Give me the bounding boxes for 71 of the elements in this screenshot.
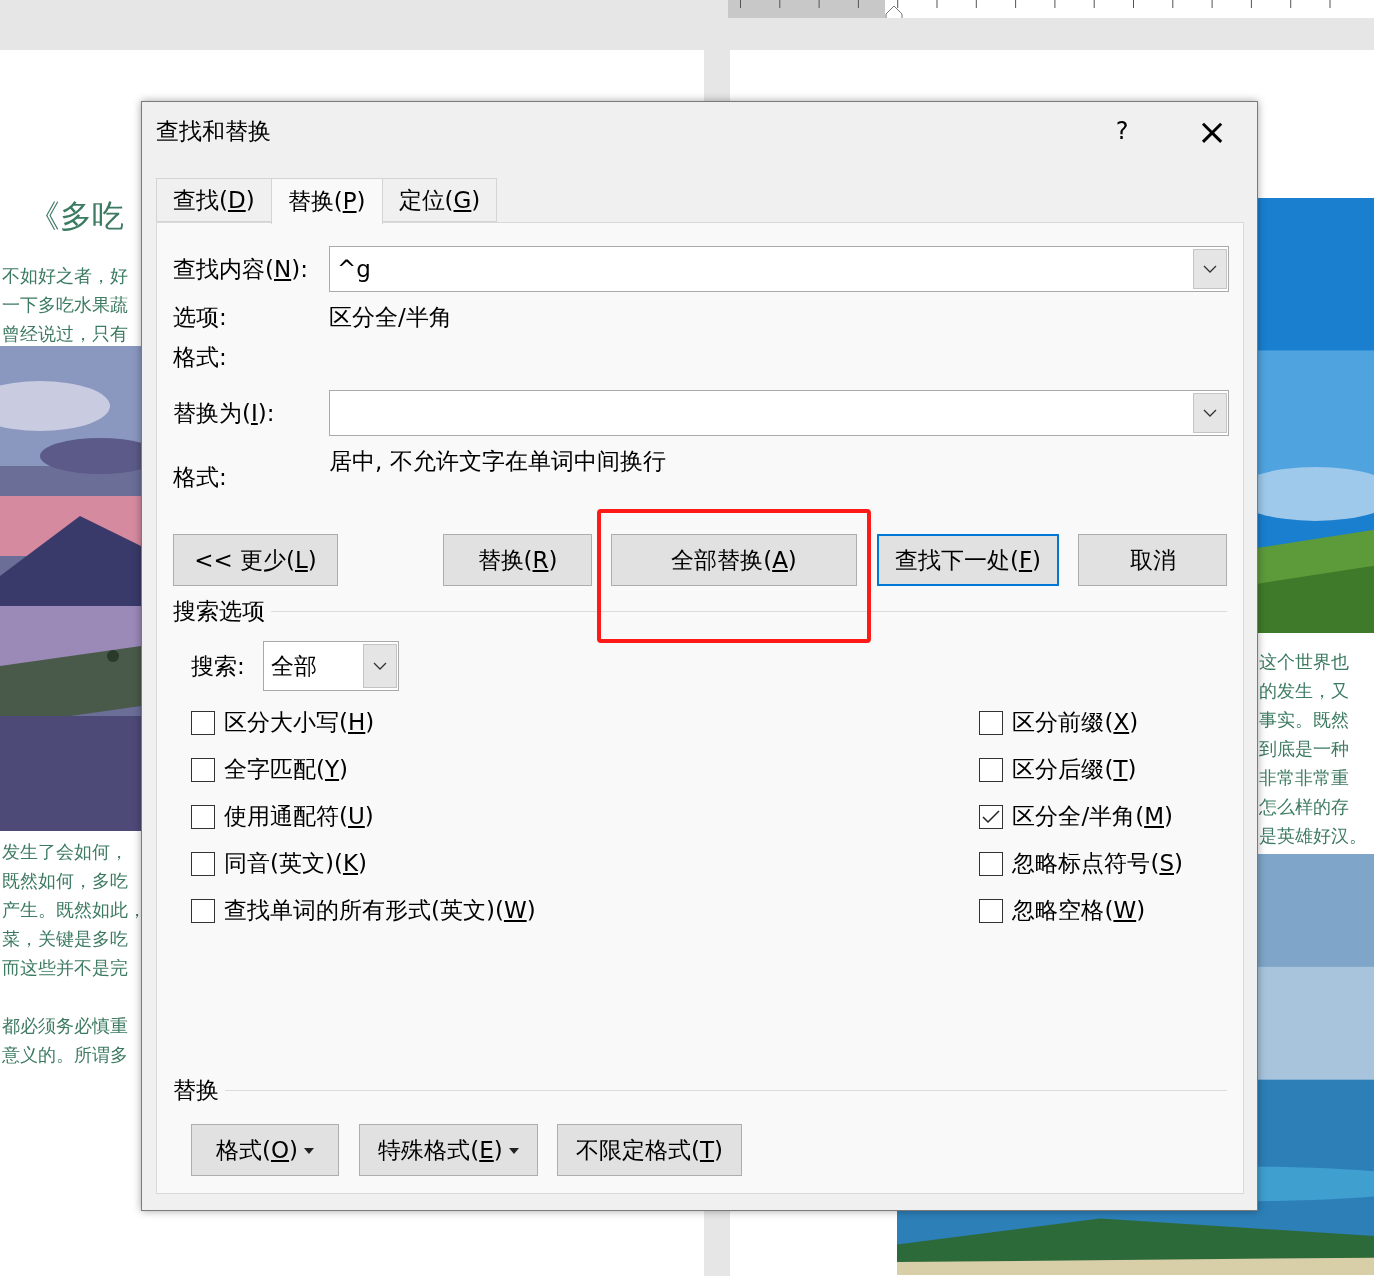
tab[interactable]: 查找(D): [156, 178, 272, 222]
chevron-down-icon: [1203, 409, 1217, 417]
dialog-button[interactable]: 查找下一处(F): [877, 534, 1059, 586]
paragraph-line: 是英雄好汉。: [1259, 824, 1367, 848]
tab[interactable]: 替换(P): [270, 178, 383, 224]
paragraph-line: 非常非常重: [1259, 766, 1349, 790]
checkbox[interactable]: [191, 710, 215, 735]
chevron-down-icon: [373, 662, 387, 670]
dialog-button[interactable]: 取消: [1078, 534, 1227, 586]
section-heading: 搜索选项: [173, 597, 265, 626]
checkbox[interactable]: [979, 898, 1004, 923]
dialog-title: 查找和替换: [156, 116, 272, 146]
dialog-button[interactable]: << 更少(L): [173, 534, 338, 586]
checkbox-option[interactable]: 区分全/半角(M): [979, 793, 1183, 840]
checkbox-option[interactable]: 忽略标点符号(S): [979, 840, 1183, 887]
paragraph-line: 到底是一种: [1259, 737, 1349, 761]
help-button[interactable]: ?: [1077, 102, 1167, 160]
chevron-down-icon: [1203, 265, 1217, 273]
paragraph-line: 发生了会如何，: [2, 840, 128, 864]
checkbox-option[interactable]: 同音(英文)(K): [191, 840, 536, 887]
paragraph-line: 产生。既然如此，: [2, 898, 146, 922]
paragraph-line: 曾经说过，只有: [2, 322, 128, 346]
paragraph-line: 怎么样的存: [1259, 795, 1349, 819]
checkbox-option[interactable]: 查找单词的所有形式(英文)(W): [191, 887, 536, 934]
checkbox[interactable]: [979, 851, 1004, 876]
field-label: 格式:: [173, 342, 228, 372]
paragraph-line: 一下多吃水果蔬: [2, 293, 128, 317]
options-value: 区分全/半角: [329, 302, 452, 332]
section-heading: 替换: [173, 1076, 219, 1105]
paragraph-line: 这个世界也: [1259, 650, 1349, 674]
close-button[interactable]: ×: [1167, 102, 1257, 160]
paragraph-line: 意义的。所谓多: [2, 1043, 128, 1067]
format-value: 居中, 不允许文字在单词中间换行: [329, 447, 666, 476]
checkbox-option[interactable]: 忽略空格(W): [979, 887, 1183, 934]
checkbox[interactable]: [979, 757, 1004, 782]
checkbox[interactable]: [191, 804, 215, 829]
tab[interactable]: 定位(G): [381, 178, 498, 222]
paragraph-line: 的发生，又: [1259, 679, 1349, 703]
format-button[interactable]: 不限定格式(T): [557, 1124, 742, 1176]
document-title: 《多吃: [28, 196, 124, 237]
checkbox-option[interactable]: 全字匹配(Y): [191, 746, 536, 793]
dialog-button[interactable]: 全部替换(A): [611, 534, 857, 586]
replace-input-field[interactable]: [329, 390, 1229, 436]
checkbox[interactable]: [979, 710, 1004, 735]
field-label: 格式:: [173, 463, 228, 492]
checkbox[interactable]: [191, 851, 215, 876]
field-label: 替换为(I):: [173, 398, 276, 428]
dropdown-arrow-icon: [304, 1148, 315, 1154]
dialog-button[interactable]: 替换(R): [443, 534, 592, 586]
format-button[interactable]: 特殊格式(E): [359, 1124, 538, 1176]
paragraph-line: 事实。既然: [1259, 708, 1349, 732]
paragraph-line: 都必须务必慎重: [2, 1014, 128, 1038]
checkbox[interactable]: [191, 898, 215, 923]
field-label: 查找内容(N):: [173, 254, 309, 284]
checkbox-option[interactable]: 区分前缀(X): [979, 699, 1183, 746]
checkbox[interactable]: [979, 804, 1004, 829]
checkbox-option[interactable]: 区分后缀(T): [979, 746, 1183, 793]
dropdown-arrow-icon: [508, 1148, 519, 1154]
checkbox[interactable]: [191, 757, 215, 782]
paragraph-line: 菜，关键是多吃: [2, 927, 128, 951]
paragraph-line: 不如好之者，好: [2, 264, 128, 288]
checkbox-option[interactable]: 区分大小写(H): [191, 699, 536, 746]
paragraph-line: 既然如何，多吃: [2, 869, 128, 893]
format-button[interactable]: 格式(O): [191, 1124, 339, 1176]
checkmark-icon: [982, 809, 1001, 824]
field-label: 选项:: [173, 302, 228, 332]
find-input-field[interactable]: ^g: [329, 246, 1229, 292]
checkbox-option[interactable]: 使用通配符(U): [191, 793, 536, 840]
field-label: 搜索:: [191, 651, 246, 681]
search-direction-select[interactable]: 全部: [263, 641, 399, 691]
paragraph-line: 而这些并不是完: [2, 956, 128, 980]
